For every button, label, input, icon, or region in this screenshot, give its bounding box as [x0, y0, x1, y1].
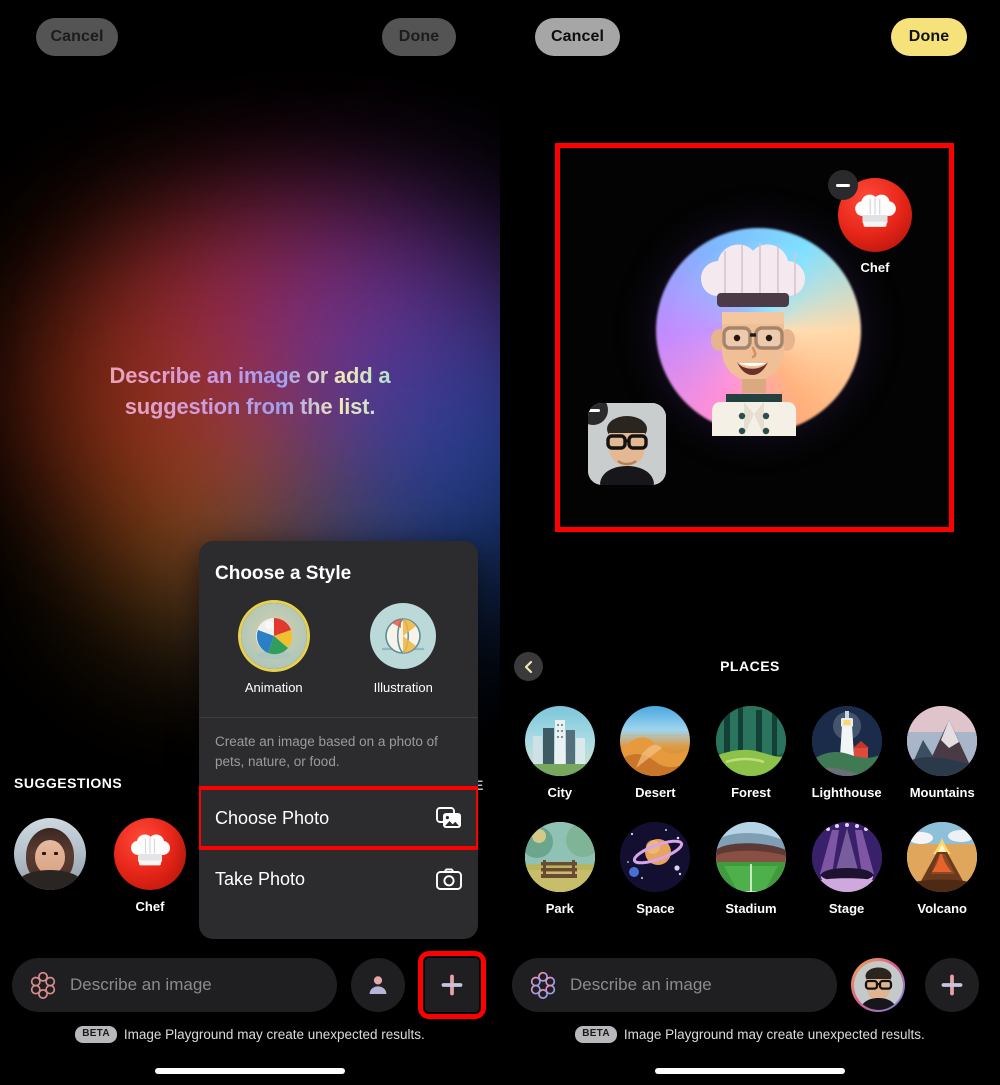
places-header: PLACES [720, 658, 780, 674]
describe-image-input[interactable]: Describe an image [512, 958, 837, 1012]
style-option-illustration[interactable]: Illustration [370, 603, 437, 695]
plus-icon [439, 972, 465, 998]
screenshot-root: Cancel Done Describe an image or add a s… [0, 0, 1000, 1085]
done-button[interactable]: Done [382, 18, 456, 56]
home-indicator [155, 1068, 345, 1074]
beach-ball-animation-icon [240, 603, 307, 669]
subject-chip-person[interactable] [588, 403, 666, 493]
chef-hat-icon [114, 818, 186, 890]
minus-icon [836, 183, 850, 187]
place-item-forest[interactable]: Forest [705, 706, 797, 800]
place-label: Stage [828, 901, 865, 916]
disclaimer-text: Image Playground may create unexpected r… [623, 1026, 925, 1042]
volcano-icon [907, 822, 978, 892]
stage-icon [811, 822, 882, 892]
user-avatar-button[interactable] [851, 958, 905, 1012]
cancel-button[interactable]: Cancel [36, 18, 118, 56]
generated-image-preview[interactable]: Chef [555, 143, 954, 532]
beta-badge: BETA [575, 1026, 617, 1043]
place-item-lighthouse[interactable]: Lighthouse [801, 706, 893, 800]
stadium-icon [715, 822, 786, 892]
suggestion-item-chef[interactable]: Chef [114, 818, 186, 914]
add-button[interactable] [418, 951, 486, 1019]
sheet-description: Create an image based on a photo of pets… [215, 734, 438, 769]
remove-chef-button[interactable] [828, 170, 858, 200]
beta-badge: BETA [75, 1026, 117, 1043]
place-label: Lighthouse [811, 785, 882, 800]
person-icon [366, 973, 390, 997]
sheet-title: Choose a Style [215, 563, 352, 584]
home-indicator [655, 1068, 845, 1074]
right-bottom-bar: Describe an image BETA Image Playground … [500, 940, 1000, 1085]
place-item-space[interactable]: Space [609, 822, 701, 916]
style-option-animation[interactable]: Animation [240, 603, 307, 695]
place-item-park[interactable]: Park [514, 822, 606, 916]
choose-photo-button[interactable]: Choose Photo [199, 786, 478, 851]
suggestions-row: Chef [14, 818, 186, 914]
done-button[interactable]: Done [891, 18, 967, 56]
place-label: Space [636, 901, 675, 916]
image-playground-icon [28, 970, 58, 1000]
place-item-stadium[interactable]: Stadium [705, 822, 797, 916]
park-icon [524, 822, 595, 892]
place-label: Desert [635, 785, 676, 800]
suggestions-header: SUGGESTIONS [14, 775, 123, 791]
disclaimer-row: BETA Image Playground may create unexpec… [0, 1026, 500, 1043]
beach-ball-illustration-icon [370, 603, 437, 669]
style-label: Animation [244, 680, 303, 695]
cancel-button[interactable]: Cancel [535, 18, 620, 56]
image-playground-icon [528, 970, 558, 1000]
add-button[interactable] [925, 958, 979, 1012]
places-grid: City Desert Forest Lighthouse Mountains … [512, 706, 990, 916]
take-photo-label: Take Photo [215, 868, 306, 889]
suggestion-label: Chef [135, 899, 165, 914]
space-icon [620, 822, 691, 892]
minus-icon [588, 408, 600, 412]
disclaimer-row: BETA Image Playground may create unexpec… [500, 1026, 1000, 1043]
input-placeholder-text: Describe an image [70, 975, 212, 994]
place-label: Park [545, 901, 574, 916]
style-label: Illustration [373, 680, 433, 695]
place-item-volcano[interactable]: Volcano [896, 822, 988, 916]
choose-photo-label: Choose Photo [215, 807, 330, 828]
subject-chip-chef[interactable]: Chef [828, 170, 912, 275]
place-item-city[interactable]: City [514, 706, 606, 800]
place-label: Volcano [917, 901, 967, 916]
camera-icon [436, 868, 462, 891]
chip-label: Chef [860, 260, 890, 275]
city-icon [524, 706, 595, 776]
suggestion-item-photo[interactable] [14, 818, 86, 914]
place-label: Stadium [725, 901, 777, 916]
user-photo-avatar [851, 958, 905, 1012]
describe-image-input[interactable]: Describe an image [12, 958, 337, 1012]
left-bottom-bar: Describe an image BETA Image Playground … [0, 940, 500, 1085]
place-label: Forest [731, 785, 771, 800]
take-photo-button[interactable]: Take Photo [199, 849, 478, 909]
place-item-stage[interactable]: Stage [801, 822, 893, 916]
disclaimer-text: Image Playground may create unexpected r… [123, 1026, 425, 1042]
forest-icon [715, 706, 786, 776]
place-item-desert[interactable]: Desert [609, 706, 701, 800]
person-button[interactable] [351, 958, 405, 1012]
choose-a-style-sheet: Choose a Style Animation Illustration Cr… [199, 541, 478, 939]
chef-caricature [701, 243, 805, 436]
place-label: City [547, 785, 573, 800]
style-options-row: Animation Illustration [199, 585, 478, 717]
lighthouse-icon [811, 706, 882, 776]
left-panel: Cancel Done Describe an image or add a s… [0, 0, 500, 1085]
plus-icon [939, 972, 965, 998]
chef-hat-icon [828, 170, 912, 252]
place-label: Mountains [909, 785, 975, 800]
input-placeholder-text: Describe an image [570, 975, 712, 994]
page-title: Describe an image or add a suggestion fr… [0, 360, 500, 422]
person-photo [588, 403, 666, 485]
photo-avatar-woman [14, 818, 86, 890]
photos-stack-icon [436, 806, 462, 830]
desert-icon [620, 706, 691, 776]
place-item-mountains[interactable]: Mountains [896, 706, 988, 800]
mountains-icon [907, 706, 978, 776]
